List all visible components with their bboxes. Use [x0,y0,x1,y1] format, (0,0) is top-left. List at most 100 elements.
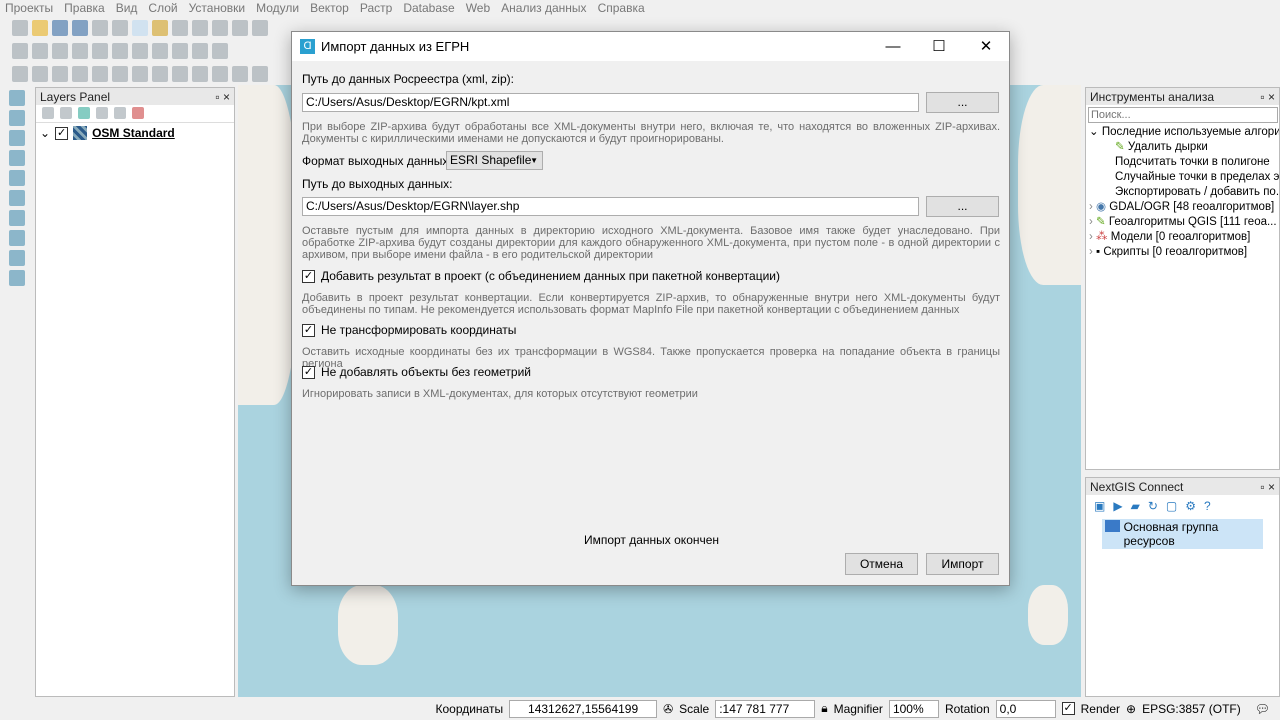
tree-group[interactable]: › ✎ Геоалгоритмы QGIS [111 геоа... [1089,215,1279,230]
render-checkbox[interactable]: ✓ [1061,702,1075,715]
add-wfs-icon[interactable] [9,190,25,206]
pan-to-selection-icon[interactable] [152,20,168,36]
tree-recent[interactable]: ⌄ Последние используемые алгори... [1089,125,1279,140]
add-group-icon[interactable] [60,107,72,119]
input-path-field[interactable]: C:/Users/Asus/Desktop/EGRN/kpt.xml [302,93,919,112]
cut-icon[interactable] [172,43,188,59]
delete-ring-icon[interactable] [192,66,208,82]
digitize-icon[interactable] [92,43,108,59]
lock-icon[interactable]: 🔒︎ [821,701,827,716]
maximize-icon[interactable]: ☐ [916,32,962,61]
minimize-icon[interactable]: — [870,32,916,61]
open-styling-icon[interactable] [42,107,54,119]
delete-part-icon[interactable] [212,66,228,82]
new-folder-icon[interactable]: ▰ [1131,499,1140,513]
panel-close-icon[interactable]: ▫ × [1260,480,1275,494]
add-feature-icon[interactable] [72,43,88,59]
menu-projects[interactable]: Проекты [5,0,53,16]
open-icon[interactable] [32,20,48,36]
add-to-project-checkbox[interactable]: ✓ Добавить результат в проект (с объедине… [302,269,780,283]
settings-icon[interactable]: ⚙ [1185,499,1196,513]
add-wcs-icon[interactable] [9,210,25,226]
scale-field[interactable]: :147 781 777 [715,699,816,718]
import-icon[interactable]: ▶ [1113,499,1122,513]
tree-item[interactable]: ✎ Удалить дырки [1089,140,1279,155]
menu-layer[interactable]: Слой [148,0,177,16]
menu-help[interactable]: Справка [598,0,645,16]
rotate-feature-icon[interactable] [92,66,108,82]
zoom-full-icon[interactable] [232,20,248,36]
menu-raster[interactable]: Растр [360,0,392,16]
filter-icon[interactable] [78,107,90,119]
coords-field[interactable]: 14312627,15564199 [509,699,658,718]
redo-icon[interactable] [72,66,88,82]
fill-ring-icon[interactable] [172,66,188,82]
output-path-field[interactable]: C:/Users/Asus/Desktop/EGRN\layer.shp [302,197,919,216]
add-postgis-icon[interactable] [9,230,25,246]
delete-icon[interactable] [152,43,168,59]
rotation-field[interactable]: 0,0 [995,699,1056,718]
no-transform-checkbox[interactable]: ✓ Не трансформировать координаты [302,323,516,337]
add-part-icon[interactable] [152,66,168,82]
paste-icon[interactable] [212,43,228,59]
expand-all-icon[interactable] [96,107,108,119]
save-as-icon[interactable] [72,20,88,36]
browse-output-button[interactable]: ... [926,196,999,217]
panel-close-icon[interactable]: ▫ × [1260,90,1275,104]
magnet-icon[interactable] [32,66,48,82]
new-project-icon[interactable] [12,20,28,36]
zoom-out-icon[interactable] [192,20,208,36]
add-virtual-icon[interactable] [9,250,25,266]
copy-icon[interactable] [192,43,208,59]
collapse-all-icon[interactable] [114,107,126,119]
add-resource-icon[interactable]: ▣ [1094,499,1105,513]
cancel-button[interactable]: Отмена [845,553,918,575]
node-tool-icon[interactable] [132,43,148,59]
import-button[interactable]: Импорт [926,553,999,575]
tree-item[interactable]: Экспортировать / добавить по... [1089,185,1279,200]
skip-no-geometry-checkbox[interactable]: ✓ Не добавлять объекты без геометрий [302,365,531,379]
analysis-search-input[interactable] [1088,107,1278,123]
checkbox[interactable]: ✓ [302,323,315,337]
add-spatialite-icon[interactable] [9,150,25,166]
new-layer-icon[interactable] [9,270,25,286]
checkbox[interactable]: ✓ [302,365,315,379]
checkbox[interactable]: ✓ [302,269,315,283]
export-icon[interactable]: ▢ [1166,499,1177,513]
tree-group[interactable]: › ⁂ Модели [0 геоалгоритмов] [1089,230,1279,245]
edit-pencil-icon[interactable] [12,43,28,59]
messages-icon[interactable]: 💬︎ [1255,702,1270,716]
crs-button[interactable]: EPSG:3857 (OTF) [1142,702,1241,716]
layer-visibility-checkbox[interactable]: ✓ [55,126,69,140]
menu-analysis[interactable]: Анализ данных [501,0,586,16]
crs-globe-icon[interactable]: ⊕ [1126,702,1136,716]
layout-manager-icon[interactable] [112,20,128,36]
zoom-native-icon[interactable] [212,20,228,36]
undo-icon[interactable] [52,66,68,82]
resource-group-item[interactable]: Основная группа ресурсов [1102,519,1263,549]
tree-group[interactable]: › ▪ Скрипты [0 геоалгоритмов] [1089,245,1279,260]
add-raster-icon[interactable] [9,110,25,126]
toggle-edit-icon[interactable] [32,43,48,59]
cad-icon[interactable] [12,66,28,82]
close-icon[interactable]: ✕ [963,32,1009,61]
add-vector-icon[interactable] [9,90,25,106]
format-select[interactable]: ESRI Shapefile ▼ [446,151,543,170]
menu-plugins[interactable]: Модули [256,0,299,16]
menu-database[interactable]: Database [403,0,454,16]
offset-curve-icon[interactable] [252,66,268,82]
add-wms-icon[interactable] [9,170,25,186]
save-icon[interactable] [52,20,68,36]
menu-web[interactable]: Web [466,0,490,16]
panel-close-icon[interactable]: ▫ × [215,90,230,104]
zoom-in-icon[interactable] [172,20,188,36]
tree-item[interactable]: Случайные точки в пределах э... [1089,170,1279,185]
browse-input-button[interactable]: ... [926,92,999,113]
menu-vector[interactable]: Вектор [310,0,349,16]
tree-group[interactable]: › ◉ GDAL/OGR [48 геоалгоритмов] [1089,200,1279,215]
tree-item[interactable]: Подсчитать точки в полигоне [1089,155,1279,170]
help-icon[interactable]: ? [1204,499,1211,513]
save-edits-icon[interactable] [52,43,68,59]
menu-settings[interactable]: Установки [189,0,245,16]
print-layout-icon[interactable] [92,20,108,36]
